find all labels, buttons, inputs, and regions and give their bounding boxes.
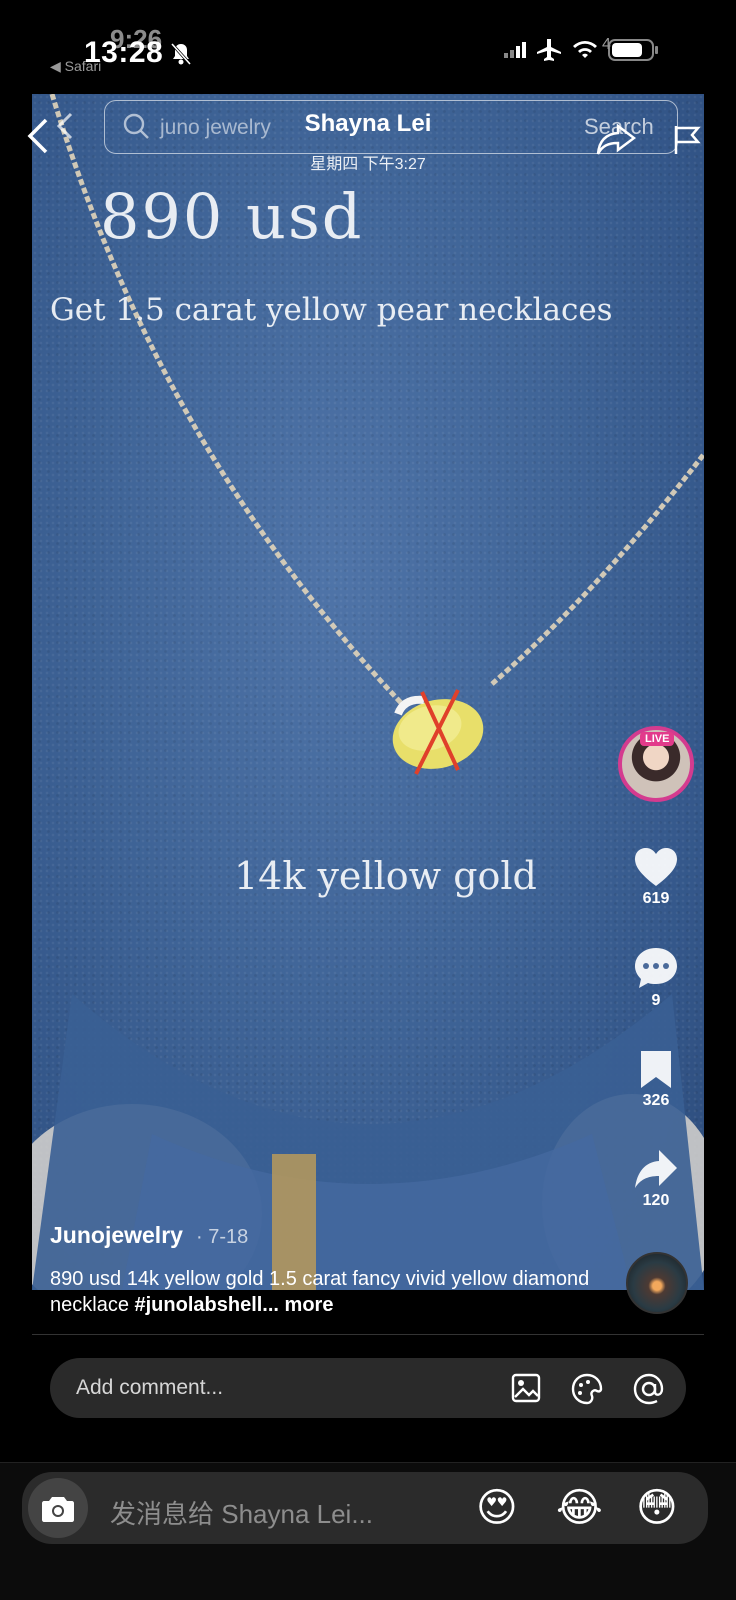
emoji-icon[interactable] — [570, 1372, 604, 1411]
comment-bubble-icon — [635, 948, 677, 988]
heart-icon — [635, 848, 677, 886]
bookmark-icon — [641, 1051, 671, 1088]
post-author[interactable]: Junojewelry — [50, 1222, 183, 1249]
comment-count: 9 — [651, 992, 661, 1009]
camera-icon — [42, 1497, 74, 1522]
post-date: · 7-18 — [196, 1226, 249, 1248]
cellular-label: 4 — [602, 36, 611, 53]
comment-button[interactable]: 9 — [616, 946, 696, 1010]
flushed-emoji-button[interactable]: 😳 — [636, 1484, 678, 1532]
gold-overlay-text: 14k yellow gold — [234, 854, 537, 898]
necklace-image — [32, 94, 704, 1290]
share-count: 120 — [642, 1192, 670, 1209]
battery-icon: 4 — [602, 36, 660, 67]
post-caption[interactable]: 890 usd 14k yellow gold 1.5 carat fancy … — [50, 1266, 610, 1318]
like-count: 619 — [642, 890, 670, 907]
like-button[interactable]: 619 — [616, 846, 696, 908]
mention-icon[interactable] — [632, 1372, 666, 1411]
report-flag-icon[interactable] — [672, 124, 702, 161]
search-back-icon[interactable] — [56, 112, 74, 145]
caption-hashtag[interactable]: #junolabshell... — [135, 1294, 279, 1316]
video-player[interactable] — [32, 94, 704, 1290]
camera-button[interactable] — [28, 1478, 88, 1538]
back-icon[interactable] — [26, 118, 50, 159]
subtitle-overlay-text: Get 1.5 carat yellow pear necklaces — [50, 292, 613, 328]
music-disc-avatar[interactable] — [626, 1252, 688, 1314]
share-icon — [635, 1150, 677, 1188]
cellular-signal-icon — [504, 42, 526, 63]
airplane-icon — [536, 38, 562, 67]
price-overlay-text: 890 usd — [100, 180, 364, 253]
divider — [32, 1334, 704, 1335]
share-button[interactable]: 120 — [616, 1148, 696, 1210]
comment-placeholder: Add comment... — [76, 1376, 224, 1399]
live-badge: LIVE — [640, 732, 675, 746]
wifi-icon — [572, 40, 598, 65]
share-arrow-icon[interactable] — [596, 123, 637, 161]
caption-more-link[interactable]: more — [279, 1294, 334, 1316]
bell-muted-icon — [170, 42, 192, 71]
status-icons: 4 — [504, 36, 660, 67]
bookmark-count: 326 — [642, 1092, 670, 1109]
image-icon[interactable] — [510, 1372, 542, 1409]
heart-eyes-emoji-button[interactable]: 😍 — [476, 1484, 518, 1532]
message-placeholder: 发消息给 Shayna Lei... — [110, 1499, 373, 1529]
back-to-safari[interactable]: ◀ Safari — [50, 58, 101, 75]
bookmark-button[interactable]: 326 — [616, 1048, 696, 1110]
laughing-emoji-button[interactable]: 😂 — [556, 1484, 603, 1532]
